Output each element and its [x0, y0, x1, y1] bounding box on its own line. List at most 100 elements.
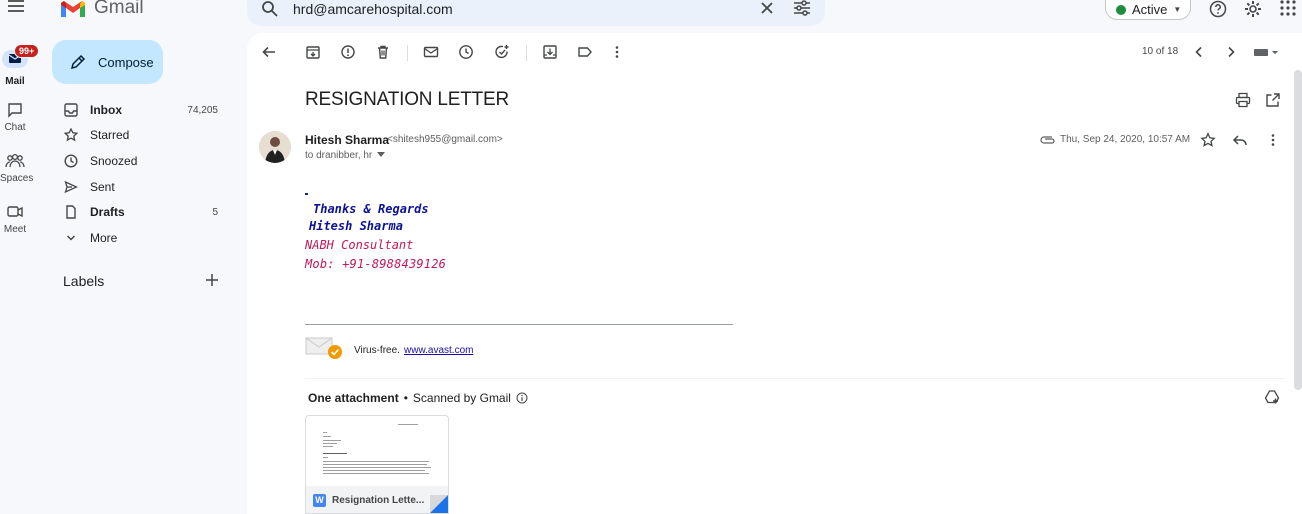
star-message-icon[interactable]	[1200, 132, 1216, 148]
chat-icon	[8, 103, 22, 118]
main-menu-icon[interactable]	[6, 0, 26, 14]
pagination-label: 10 of 18	[1142, 46, 1179, 57]
avast-envelope-check-icon	[305, 336, 345, 360]
attachments-separator	[305, 378, 1285, 379]
move-to-icon[interactable]	[542, 44, 558, 60]
chevron-down-icon	[52, 231, 90, 245]
attachments-heading: One attachment • Scanned by Gmail	[308, 391, 528, 405]
compose-button[interactable]: Compose	[52, 40, 163, 84]
signature-name: Hitesh Sharma	[309, 219, 403, 233]
toolbar-divider	[407, 45, 408, 61]
sender-name: Hitesh Sharma	[305, 133, 390, 147]
sidebar-item-starred[interactable]: Starred	[52, 123, 232, 147]
document-preview-thumbnail	[306, 416, 448, 486]
add-label-icon[interactable]	[205, 273, 219, 287]
pencil-icon	[70, 54, 86, 70]
message-date: Thu, Sep 24, 2020, 10:57 AM	[1060, 134, 1191, 145]
sidebar-item-label: More	[90, 231, 118, 245]
settings-gear-icon[interactable]	[1244, 0, 1262, 18]
app-name: Gmail	[94, 0, 144, 18]
label-icon[interactable]	[577, 44, 593, 60]
signature-regards: Thanks & Regards	[313, 202, 429, 216]
gmail-logo[interactable]: Gmail	[60, 0, 144, 18]
message-panel: 10 of 18 RESIGNATION LETTER Hitesh Sharm…	[247, 33, 1302, 514]
sidebar-item-more[interactable]: More	[52, 226, 232, 250]
gmail-m-icon	[61, 1, 85, 17]
status-label: Active	[1132, 2, 1168, 17]
reply-icon[interactable]	[1232, 132, 1248, 148]
spaces-icon	[5, 153, 25, 168]
sidebar-item-label: Starred	[90, 128, 130, 142]
word-document-icon: W	[313, 493, 326, 507]
unread-badge: 99+	[14, 44, 40, 58]
video-camera-icon	[7, 206, 23, 218]
add-to-tasks-icon[interactable]	[494, 44, 510, 60]
avast-link[interactable]: www.avast.com	[404, 345, 473, 356]
sidebar-item-drafts[interactable]: Drafts 5	[52, 200, 232, 224]
status-selector[interactable]: Active ▼	[1105, 0, 1191, 20]
help-icon[interactable]	[1209, 0, 1227, 18]
signature-divider	[305, 324, 733, 325]
attachment-card[interactable]: W Resignation Lette...	[305, 415, 449, 514]
message-more-options-icon[interactable]	[1265, 132, 1281, 148]
sidebar-item-inbox[interactable]: Inbox 74,205	[52, 98, 232, 122]
search-bar[interactable]: hrd@amcarehospital.com	[247, 0, 825, 26]
inbox-icon	[52, 103, 90, 117]
signature-phone: Mob: +91-8988439126	[305, 257, 447, 271]
mark-unread-icon[interactable]	[423, 44, 439, 60]
draft-icon	[52, 205, 90, 219]
star-icon	[52, 128, 90, 142]
person-photo-icon	[259, 131, 291, 163]
newer-chevron-left-icon[interactable]	[1191, 44, 1207, 60]
google-apps-icon[interactable]	[1280, 0, 1296, 16]
rail-chat[interactable]: Chat	[0, 102, 30, 133]
send-icon	[52, 180, 90, 194]
signature-title: NABH Consultant	[305, 238, 414, 252]
attachment-footer: W Resignation Lette...	[306, 486, 448, 513]
active-status-dot	[1116, 4, 1126, 15]
rail-spaces[interactable]: Spaces	[0, 153, 34, 184]
body-mark	[305, 193, 308, 195]
search-options-icon[interactable]	[793, 0, 811, 16]
delete-trash-icon[interactable]	[375, 44, 391, 60]
bullet-separator: •	[403, 391, 408, 405]
rail-spaces-label: Spaces	[0, 173, 34, 184]
input-tools-keyboard-icon[interactable]	[1253, 44, 1279, 60]
rail-meet[interactable]: Meet	[0, 204, 30, 235]
snooze-clock-icon[interactable]	[458, 44, 474, 60]
clock-icon	[52, 154, 90, 168]
recipients-summary: to dranibber, hr	[305, 150, 373, 161]
sender-avatar[interactable]	[259, 131, 291, 163]
attachment-file-name: Resignation Lette...	[332, 494, 425, 506]
sidebar-item-label: Drafts	[90, 205, 125, 219]
attachment-paperclip-icon	[1040, 135, 1056, 145]
print-icon[interactable]	[1235, 92, 1251, 108]
sidebar-item-label: Inbox	[90, 103, 122, 117]
add-to-drive-icon[interactable]	[1264, 389, 1280, 405]
attachment-corner-fold	[430, 495, 448, 513]
sidebar-item-sent[interactable]: Sent	[52, 175, 232, 199]
clear-search-icon[interactable]	[759, 0, 775, 16]
sidebar-item-count: 74,205	[187, 104, 218, 116]
search-icon[interactable]	[261, 0, 279, 18]
labels-heading: Labels	[63, 273, 105, 289]
virus-free-text: Virus-free.	[354, 345, 400, 356]
open-in-new-window-icon[interactable]	[1265, 92, 1281, 108]
sidebar-item-snoozed[interactable]: Snoozed	[52, 149, 232, 173]
archive-icon[interactable]	[305, 44, 321, 60]
scanned-label: Scanned by Gmail	[412, 391, 511, 405]
more-options-icon[interactable]	[609, 44, 625, 60]
search-input[interactable]: hrd@amcarehospital.com	[293, 1, 453, 17]
caret-down-icon: ▼	[1173, 5, 1182, 14]
rail-meet-label: Meet	[3, 224, 27, 235]
vertical-scrollbar[interactable]	[1294, 70, 1302, 390]
show-details-caret-icon[interactable]	[377, 152, 385, 158]
info-icon[interactable]	[516, 392, 528, 404]
older-chevron-right-icon[interactable]	[1223, 44, 1239, 60]
report-spam-icon[interactable]	[340, 44, 356, 60]
rail-mail-label: Mail	[5, 76, 25, 87]
toolbar-divider	[526, 45, 527, 61]
back-arrow-icon[interactable]	[261, 44, 277, 60]
attachment-count: One attachment	[308, 391, 399, 405]
message-subject: RESIGNATION LETTER	[305, 89, 510, 110]
